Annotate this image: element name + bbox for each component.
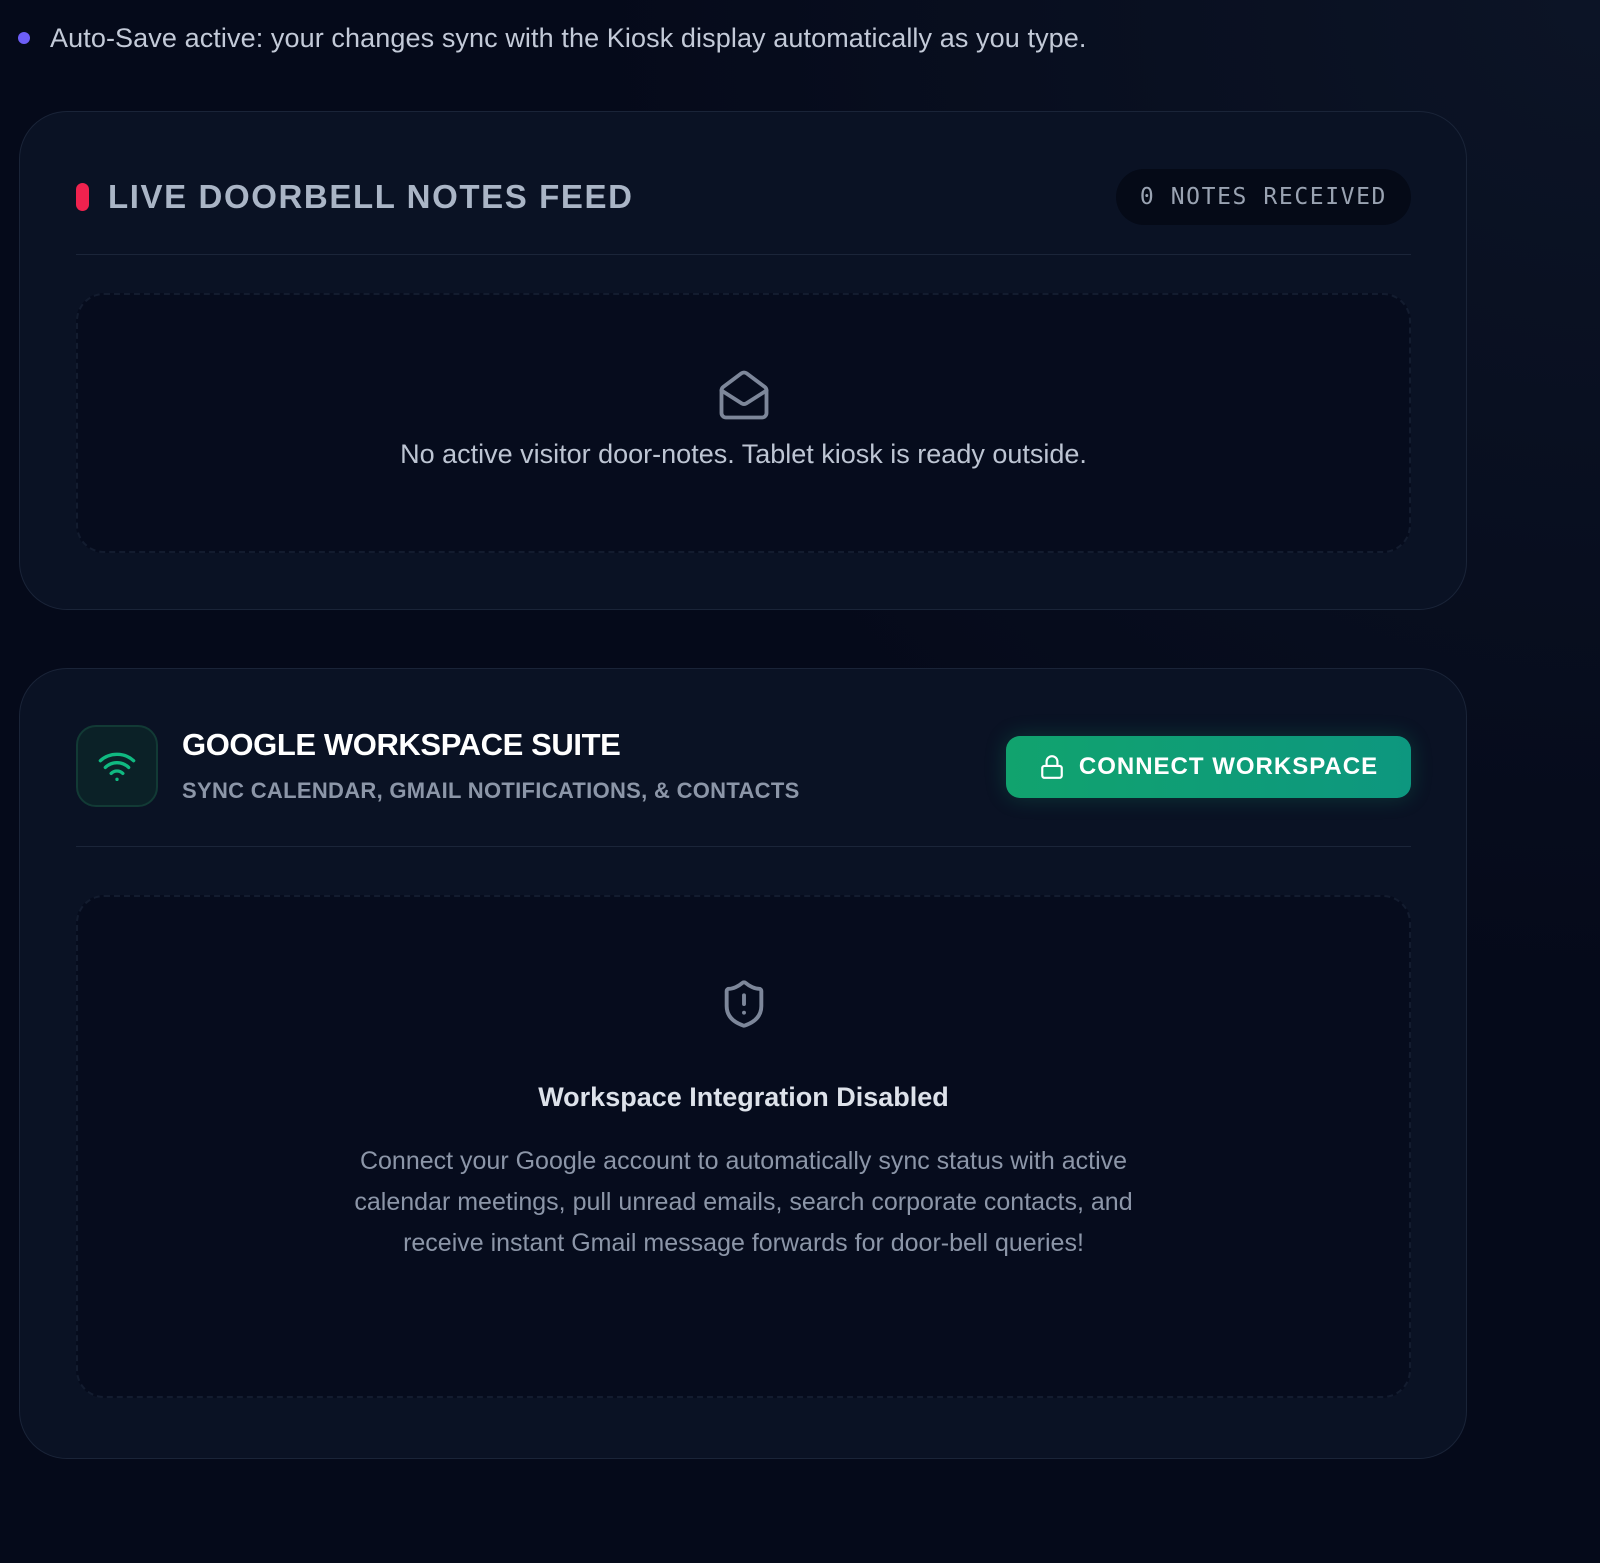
connect-workspace-label: CONNECT WORKSPACE xyxy=(1078,753,1379,780)
workspace-logo xyxy=(76,725,158,807)
autosave-dot-icon xyxy=(18,32,30,44)
feed-header: LIVE DOORBELL NOTES FEED 0 NOTES RECEIVE… xyxy=(76,169,1411,225)
autosave-status: Auto-Save active: your changes sync with… xyxy=(18,18,1087,58)
workspace-subtitle: SYNC CALENDAR, GMAIL NOTIFICATIONS, & CO… xyxy=(182,778,800,803)
workspace-empty-title: Workspace Integration Disabled xyxy=(538,1082,949,1112)
doorbell-notes-feed-panel: LIVE DOORBELL NOTES FEED 0 NOTES RECEIVE… xyxy=(19,111,1467,610)
workspace-empty-description: Connect your Google account to automatic… xyxy=(354,1147,1133,1257)
autosave-text: Auto-Save active: your changes sync with… xyxy=(50,22,1087,53)
notes-count-badge: 0 NOTES RECEIVED xyxy=(1115,169,1411,225)
workspace-title: GOOGLE WORKSPACE SUITE xyxy=(182,727,621,762)
feed-empty-message: No active visitor door-notes. Tablet kio… xyxy=(400,439,1087,469)
google-workspace-panel: GOOGLE WORKSPACE SUITE SYNC CALENDAR, GM… xyxy=(19,668,1467,1459)
workspace-empty-state: Workspace Integration Disabled Connect y… xyxy=(76,895,1411,1398)
wifi-icon xyxy=(98,752,136,781)
lock-icon xyxy=(1041,755,1063,779)
shield-alert-icon xyxy=(724,980,763,1028)
connect-workspace-button[interactable]: CONNECT WORKSPACE xyxy=(1006,736,1411,798)
workspace-divider xyxy=(76,846,1411,847)
feed-title: LIVE DOORBELL NOTES FEED xyxy=(108,178,634,215)
feed-empty-state: No active visitor door-notes. Tablet kio… xyxy=(76,293,1411,553)
live-indicator-icon xyxy=(76,183,89,211)
feed-title-group: LIVE DOORBELL NOTES FEED xyxy=(76,178,634,216)
feed-divider xyxy=(76,254,1411,255)
mail-open-icon xyxy=(719,370,768,420)
